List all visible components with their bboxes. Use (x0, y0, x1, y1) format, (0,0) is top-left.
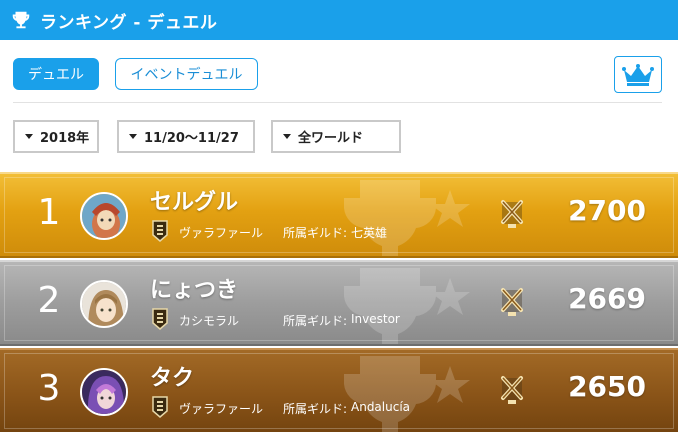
dropdown-arrow-icon (283, 134, 291, 139)
crossed-swords-icon (501, 288, 523, 316)
divider (13, 102, 662, 103)
dropdown-arrow-icon (129, 134, 137, 139)
period-select[interactable]: 11/20～11/27 (117, 120, 255, 153)
guild-name: Andalucía (351, 400, 411, 414)
rank-badge-icon (152, 308, 168, 330)
player-name: タク (150, 366, 195, 391)
trophy-watermark-icon (344, 268, 470, 344)
trophy-watermark-icon (344, 180, 470, 256)
rank-number: 2 (37, 280, 61, 321)
guild-label: 所属ギルド: (283, 402, 348, 416)
year-select[interactable]: 2018年 (13, 120, 99, 153)
rank-number: 3 (37, 368, 61, 409)
page-title: ランキング - デュエル (40, 12, 218, 33)
guild-name: 七英雄 (351, 226, 388, 240)
ranking-row-2[interactable]: 2 にょつき カシモラル 所属ギルド: Investor 2669 (0, 260, 678, 346)
crown-button[interactable] (614, 56, 662, 93)
trophy-watermark-icon (344, 356, 470, 432)
ranking-row-1[interactable]: 1 セルグル ヴァラファール 所属ギルド: 七英雄 2700 (0, 172, 678, 258)
mode-tabs: デュエル イベントデュエル (13, 58, 258, 90)
avatar (80, 368, 128, 416)
avatar (80, 192, 128, 240)
trophy-icon (12, 11, 30, 29)
avatar (80, 280, 128, 328)
ranking-row-3[interactable]: 3 タク ヴァラファール 所属ギルド: Andalucía 2650 (0, 348, 678, 432)
tab-event-duel[interactable]: イベントデュエル (115, 58, 258, 90)
rank-number: 1 (37, 192, 61, 233)
world-name: カシモラル (179, 314, 240, 328)
period-value: 11/20～11/27 (144, 131, 239, 146)
world-select[interactable]: 全ワールド (271, 120, 401, 153)
crown-icon (622, 63, 654, 86)
rank-badge-icon (152, 396, 168, 418)
dropdown-arrow-icon (25, 134, 33, 139)
guild-label: 所属ギルド: (283, 226, 348, 240)
guild-label: 所属ギルド: (283, 314, 348, 328)
year-value: 2018年 (40, 131, 90, 146)
world-value: 全ワールド (298, 131, 364, 146)
player-name: にょつき (150, 278, 239, 303)
header-bar: ランキング - デュエル (0, 0, 678, 40)
guild-name: Investor (351, 312, 400, 326)
player-name: セルグル (150, 190, 239, 215)
score: 2669 (568, 282, 646, 315)
score: 2700 (568, 194, 646, 227)
world-name: ヴァラファール (179, 402, 264, 416)
tab-duel[interactable]: デュエル (13, 58, 99, 90)
crossed-swords-icon (501, 200, 523, 228)
score: 2650 (568, 370, 646, 403)
world-name: ヴァラファール (179, 226, 264, 240)
rank-badge-icon (152, 220, 168, 242)
crossed-swords-icon (501, 376, 523, 404)
